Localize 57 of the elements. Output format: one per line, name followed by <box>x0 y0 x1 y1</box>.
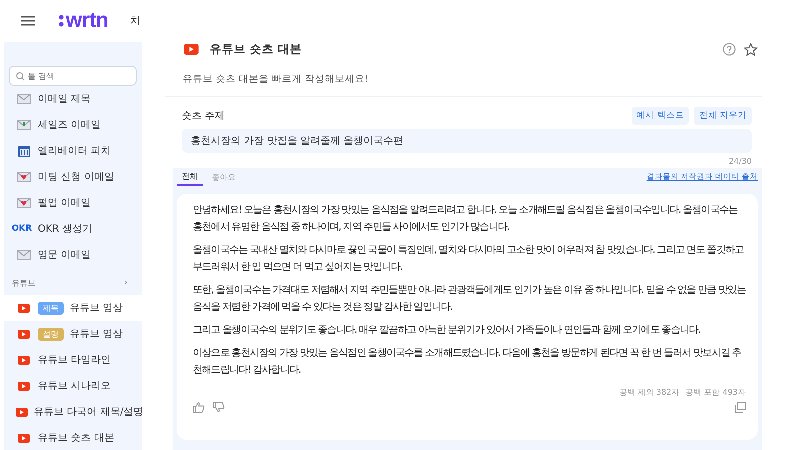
play-icon <box>16 408 28 416</box>
sidebar-item[interactable]: 유튜브 시나리오 <box>4 373 142 399</box>
play-icon <box>18 330 30 338</box>
nav-text: 치 <box>130 15 140 28</box>
star-icon[interactable] <box>744 42 758 56</box>
paragraph: 안녕하세요! 오늘은 홍천시장의 가장 맛있는 음식점을 알려드리려고 합니다. 오늘 소개해드릴 음식점은 올챙이국수입니다. 올챙이국수는 홍천에서 유명한 음식점 중 하나이며, 지역 주민들 사이에서도 인기가 많습니다. <box>193 204 739 235</box>
thumbs-up-icon[interactable] <box>193 402 205 413</box>
sidebar-item[interactable]: 세일즈 이메일 <box>4 112 142 138</box>
search-icon <box>16 72 25 81</box>
field-label: 숏츠 주제 <box>182 110 226 123</box>
section-label: 유튜브 <box>12 278 36 289</box>
envelope-icon <box>17 250 31 260</box>
chevron-icon[interactable]: › <box>124 278 128 289</box>
text-button[interactable]: 예시 텍스트 <box>632 107 690 125</box>
char-count: 공백 포함 493자 <box>686 387 746 398</box>
help-icon[interactable] <box>723 43 736 56</box>
sidebar-item[interactable]: 펄업 이메일 <box>4 190 142 216</box>
play-icon <box>184 44 199 55</box>
tag: 제목 <box>38 302 64 314</box>
play-icon <box>18 304 30 312</box>
tool-description: 유튜브 숏츠 대본을 빠르게 작성해보세요! <box>183 73 370 86</box>
sidebar-item[interactable]: 유튜브 타임라인 <box>4 347 142 373</box>
paragraph: 올챙이국수는 국내산 멸치와 다시마로 끓인 국물이 특징인데, 멸치와 다시마의 고소한 맛이 어우러져 참 맛있습니다. 그리고 면도 쫄깃하고 부드러워서 한 입 먹으면 더 먹고 싶어지는 맛입니다. <box>193 244 745 275</box>
char-counter: 24/30 <box>728 156 753 168</box>
sidebar-item[interactable]: 영문 이메일 <box>4 242 142 268</box>
tool-title: 유튜브 숏츠 대본 <box>210 42 302 57</box>
logo[interactable]: wrtn <box>66 9 108 33</box>
sidebar-item[interactable]: 설명 유튜브 영상 <box>4 321 142 347</box>
play-icon <box>18 382 30 390</box>
thumbs-down-icon[interactable] <box>213 402 225 413</box>
envelope-icon <box>17 120 31 130</box>
copy-icon[interactable] <box>735 402 746 413</box>
paragraph: 이상으로 홍천시장의 가장 맛있는 음식점인 올챙이국수를 소개해드렸습니다. 다음에 홍천을 방문하게 된다면 꼭 한 번 들러서 맛보시길 추천해드립니다! 감사합니다. <box>193 347 742 378</box>
sidebar-item[interactable]: 미팅 신청 이메일 <box>4 164 142 190</box>
okr-icon: OKR <box>12 224 32 234</box>
calendar-icon <box>18 144 30 158</box>
search-field[interactable]: 툴 검색 <box>9 66 137 86</box>
menu-icon[interactable] <box>21 16 35 26</box>
play-icon <box>18 356 30 364</box>
envelope-icon <box>17 94 31 104</box>
text-button[interactable]: 전체 지우기 <box>694 107 752 125</box>
envelope-icon <box>17 198 31 208</box>
envelope-icon <box>17 172 31 182</box>
sidebar-item[interactable]: 유튜브 숏츠 대본 <box>4 425 142 450</box>
input-field[interactable]: 홍천시장의 가장 맛집을 알려줄께 올챙이국수편 <box>182 129 752 153</box>
tab[interactable]: 전체 <box>177 168 203 186</box>
paragraph: 또한, 올챙이국수는 가격대도 저렴해서 지역 주민들뿐만 아니라 관광객들에게도 인기가 높은 이유 중 하나입니다. 믿을 수 없을 만큼 맛있는 음식을 저렴한 가격에 먹을 수 있다는 것은 정말 감사한 일입니다. <box>193 284 746 315</box>
logo-dots-icon <box>59 15 64 27</box>
sidebar-item[interactable]: 엘리베이터 피치 <box>4 138 142 164</box>
play-icon <box>18 434 30 442</box>
paragraph: 그리고 올챙이국수의 분위기도 좋습니다. 매우 깔끔하고 아늑한 분위기가 있어서 가족들이나 연인들과 함께 오기에도 좋습니다. <box>193 324 702 338</box>
sidebar-item[interactable]: 제목 유튜브 영상 <box>4 295 142 321</box>
sidebar-item[interactable]: 유튜브 다국어 제목/설명 <box>4 399 142 425</box>
sidebar-item[interactable]: OKR OKR 생성기 <box>4 216 142 242</box>
sidebar-item[interactable]: 이메일 제목 <box>4 86 142 112</box>
char-count: 공백 제외 382자 <box>619 387 680 398</box>
tag: 설명 <box>38 328 64 340</box>
